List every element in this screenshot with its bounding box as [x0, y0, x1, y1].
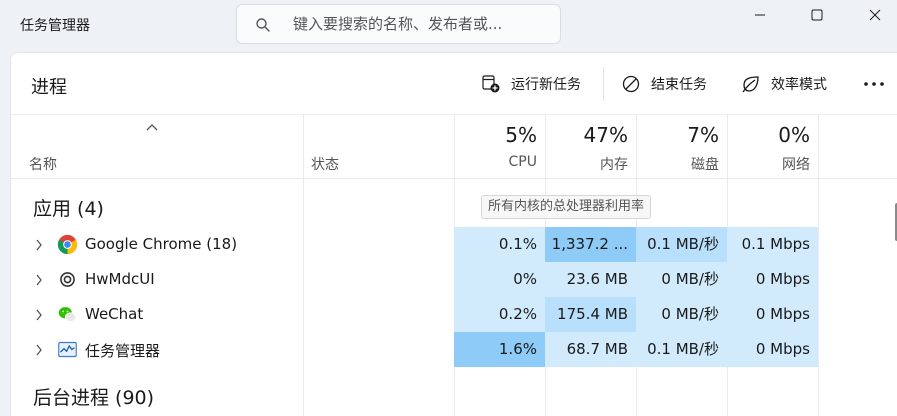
network-cell: 0 Mbps	[727, 262, 818, 297]
column-header-status[interactable]: 状态	[311, 154, 339, 174]
maximize-button[interactable]	[795, 0, 839, 30]
maximize-icon	[811, 9, 823, 21]
hwmdcui-icon	[60, 272, 75, 287]
network-cell: 0.1 Mbps	[727, 227, 818, 262]
memory-total-percent[interactable]: 47%	[545, 123, 628, 147]
group-title-background: 后台进程 (90)	[33, 387, 155, 409]
chevron-right-icon[interactable]	[35, 239, 43, 251]
cpu-cell: 0.2%	[454, 297, 545, 332]
close-button[interactable]	[853, 0, 897, 30]
network-cell: 0 Mbps	[727, 332, 818, 367]
app-title: 任务管理器	[20, 18, 90, 34]
process-name: HwMdcUI	[85, 270, 155, 288]
processes-panel: 进程 运行新任务 结束任务 效率模式 名称 状态 5% CPU 47% 内存 7…	[10, 52, 897, 416]
run-new-task-label: 运行新任务	[511, 77, 581, 93]
cpu-total-percent[interactable]: 5%	[454, 123, 537, 147]
network-total-percent[interactable]: 0%	[727, 123, 810, 147]
minimize-button[interactable]	[738, 0, 782, 30]
memory-cell: 175.4 MB	[545, 297, 636, 332]
disk-cell: 0 MB/秒	[636, 262, 727, 297]
column-header-name[interactable]: 名称	[29, 154, 57, 174]
cpu-cell: 0%	[454, 262, 545, 297]
task-manager-icon	[58, 341, 77, 358]
column-separator	[818, 115, 819, 416]
leaf-icon	[742, 76, 759, 93]
toolbar: 进程 运行新任务 结束任务 效率模式	[11, 53, 897, 115]
toolbar-separator	[603, 67, 604, 101]
table-row[interactable]: 任务管理器 1.6% 68.7 MB 0.1 MB/秒 0 Mbps	[11, 332, 818, 367]
table-row[interactable]: WeChat 0.2% 175.4 MB 0 MB/秒 0 Mbps	[11, 297, 818, 332]
cpu-cell: 1.6%	[454, 332, 545, 367]
close-icon	[869, 9, 881, 21]
table-row[interactable]: HwMdcUI 0% 23.6 MB 0 MB/秒 0 Mbps	[11, 262, 818, 297]
efficiency-mode-button[interactable]: 效率模式	[741, 71, 827, 97]
memory-cell: 68.7 MB	[545, 332, 636, 367]
chevron-right-icon[interactable]	[35, 309, 43, 321]
chrome-icon	[57, 234, 78, 255]
more-options-button[interactable]	[863, 71, 895, 97]
efficiency-mode-label: 效率模式	[771, 77, 827, 93]
end-task-icon	[622, 75, 640, 93]
cpu-tooltip: 所有内核的总处理器利用率	[481, 195, 652, 219]
run-task-icon	[482, 75, 500, 93]
process-name: 任务管理器	[85, 342, 161, 360]
network-cell: 0 Mbps	[727, 297, 818, 332]
disk-total-percent[interactable]: 7%	[636, 123, 719, 147]
title-bar: 任务管理器	[0, 0, 897, 48]
memory-cell: 1,337.2 ...	[545, 227, 636, 262]
minimize-icon	[755, 14, 765, 16]
search-icon	[256, 18, 270, 32]
wechat-icon	[58, 307, 77, 322]
run-new-task-button[interactable]: 运行新任务	[481, 71, 581, 97]
table-row[interactable]: Google Chrome (18) 0.1% 1,337.2 ... 0.1 …	[11, 227, 818, 262]
chevron-right-icon[interactable]	[35, 344, 43, 356]
cpu-cell: 0.1%	[454, 227, 545, 262]
column-header-memory[interactable]: 内存	[545, 154, 628, 174]
process-name: WeChat	[85, 305, 144, 323]
header-divider	[11, 178, 897, 179]
disk-cell: 0.1 MB/秒	[636, 227, 727, 262]
disk-cell: 0 MB/秒	[636, 297, 727, 332]
process-name: Google Chrome (18)	[85, 235, 238, 253]
chevron-right-icon[interactable]	[35, 274, 43, 286]
page-title: 进程	[31, 77, 67, 98]
search-box[interactable]	[236, 4, 561, 44]
disk-cell: 0.1 MB/秒	[636, 332, 727, 367]
column-header-network[interactable]: 网络	[727, 154, 810, 174]
column-header-cpu[interactable]: CPU	[454, 154, 537, 170]
memory-cell: 23.6 MB	[545, 262, 636, 297]
more-icon	[864, 82, 884, 86]
end-task-button[interactable]: 结束任务	[621, 71, 707, 97]
column-header-disk[interactable]: 磁盘	[636, 154, 719, 174]
search-input[interactable]	[293, 13, 548, 35]
sort-ascending-icon[interactable]	[145, 123, 159, 132]
end-task-label: 结束任务	[651, 77, 707, 93]
group-title-apps: 应用 (4)	[33, 198, 104, 220]
